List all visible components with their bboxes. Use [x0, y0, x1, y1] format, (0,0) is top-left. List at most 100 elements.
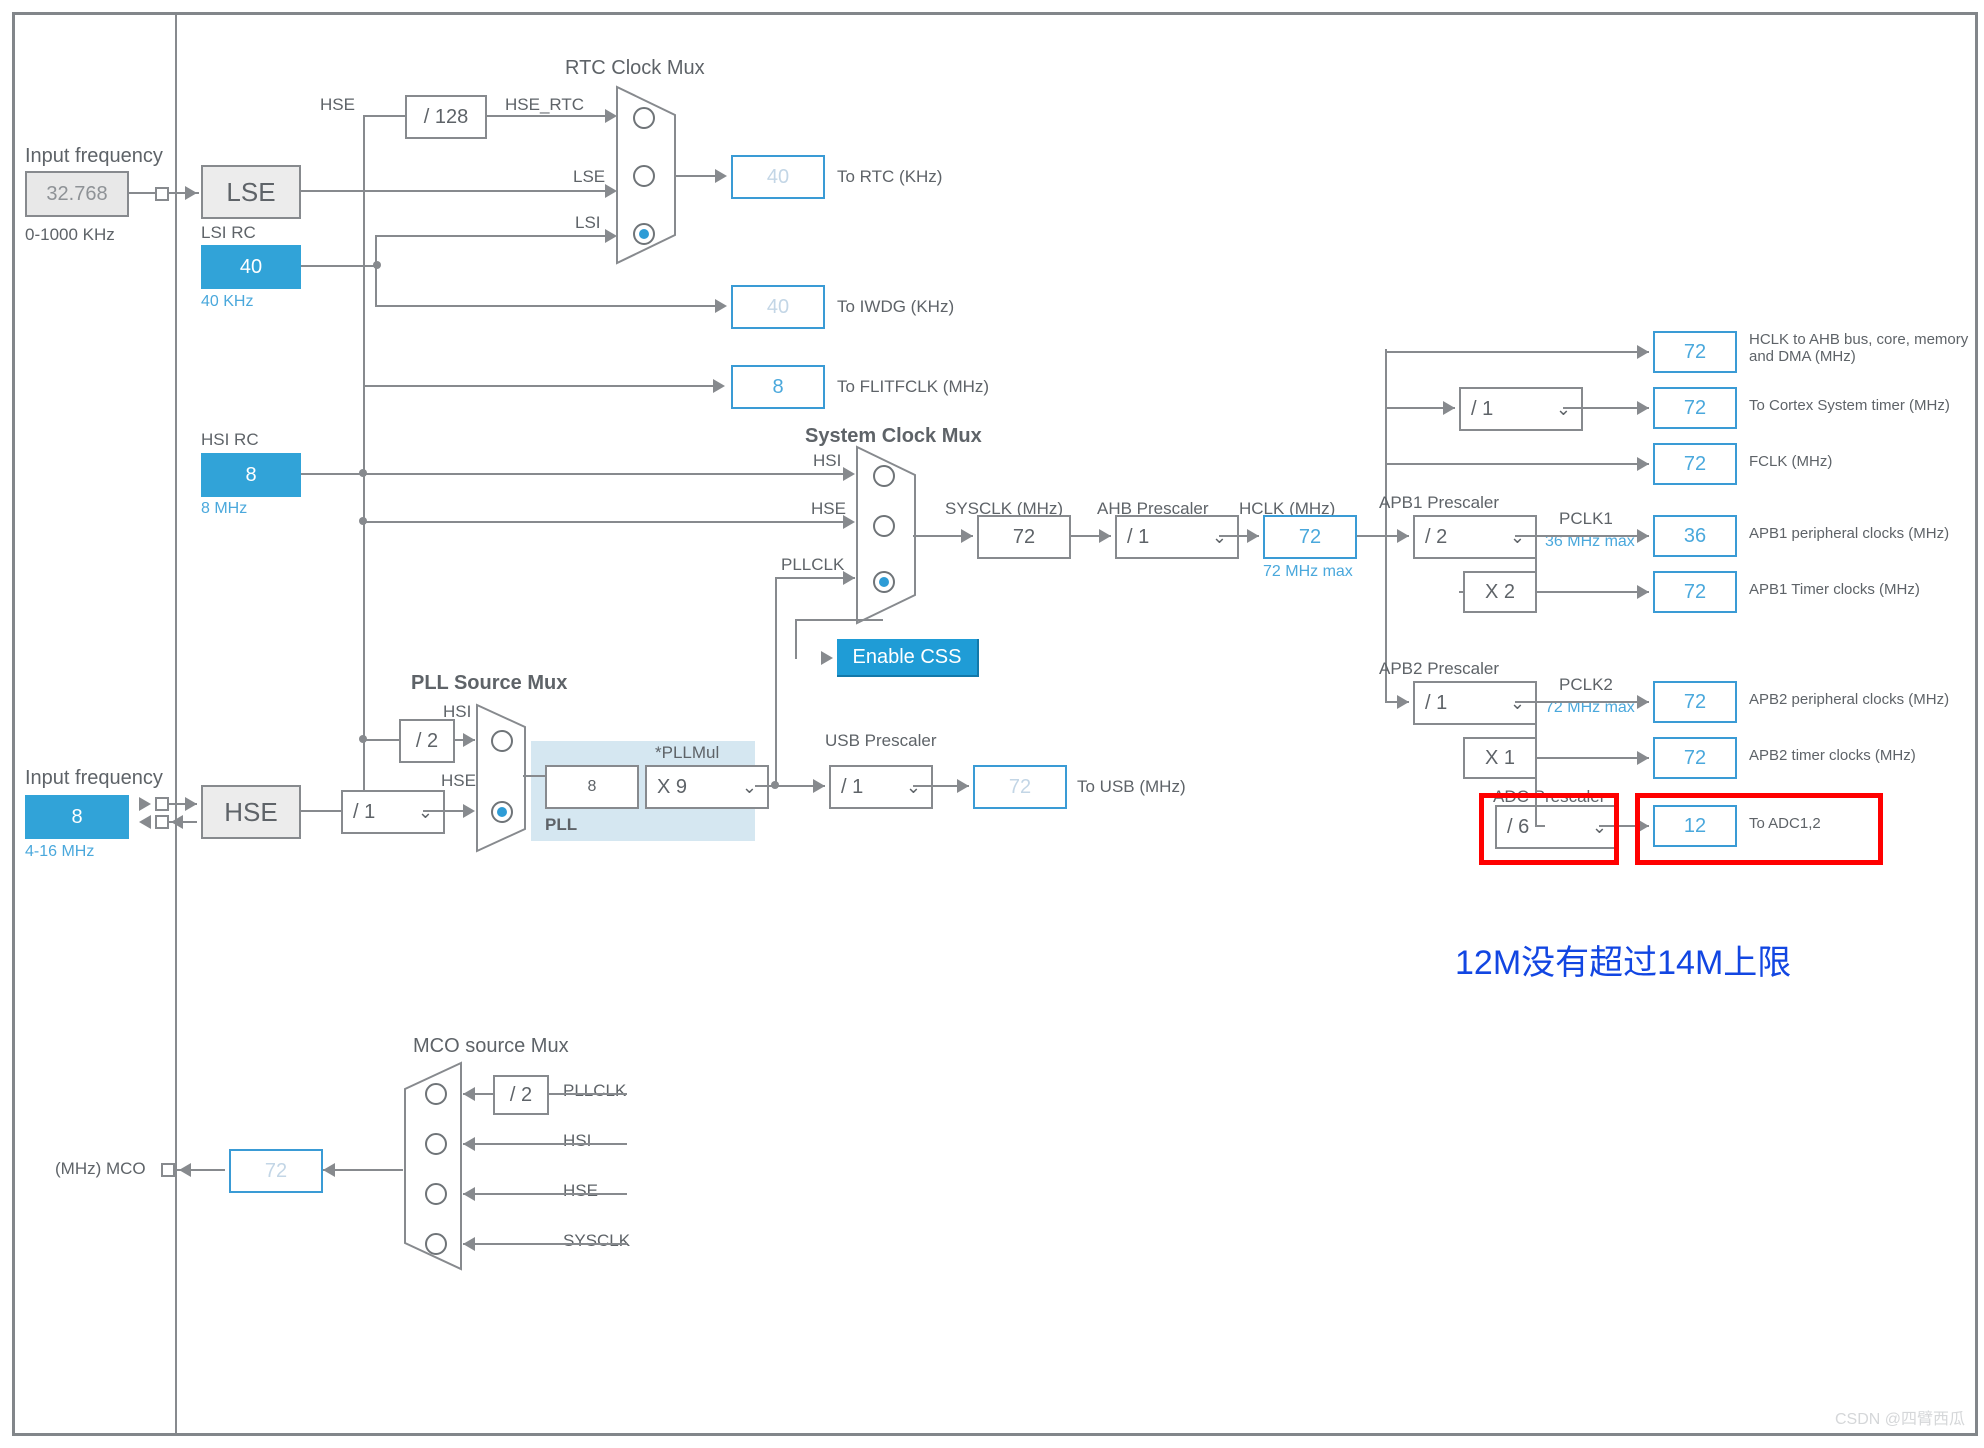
- lsi-unit: 40 KHz: [201, 293, 253, 311]
- chevron-down-icon: ⌄: [906, 777, 921, 798]
- mco-radio-pll[interactable]: [425, 1083, 447, 1105]
- apb1-periph-value: 36: [1653, 515, 1737, 557]
- hsi-value: 8: [201, 453, 301, 497]
- pll-radio-hsi[interactable]: [491, 730, 513, 752]
- mco-value: 72: [229, 1149, 323, 1193]
- sys-radio-pll[interactable]: [873, 571, 895, 593]
- ahb-prescaler[interactable]: / 1⌄: [1115, 515, 1239, 559]
- cortex-div[interactable]: / 1⌄: [1459, 387, 1583, 431]
- pll-div2: / 2: [399, 719, 455, 763]
- input-freq-1-value[interactable]: 32.768: [25, 171, 129, 217]
- to-flit-value: 8: [731, 365, 825, 409]
- highlight-adc-output: [1635, 793, 1883, 865]
- pll-in-hse: HSE: [441, 771, 476, 791]
- apb1-pre-label: APB1 Prescaler: [1379, 493, 1499, 513]
- chevron-down-icon: ⌄: [742, 777, 757, 798]
- input-freq-2-label: Input frequency: [25, 767, 163, 790]
- pll-val[interactable]: 8: [545, 765, 639, 809]
- input-freq-2-value[interactable]: 8: [25, 795, 129, 839]
- mco-radio-hse[interactable]: [425, 1183, 447, 1205]
- rtc-in-lsi: LSI: [575, 213, 601, 233]
- rtc-radio-lsi[interactable]: [633, 223, 655, 245]
- rtc-in-lse: LSE: [573, 167, 605, 187]
- mco-output-label: (MHz) MCO: [55, 1159, 146, 1179]
- chevron-down-icon: ⌄: [1556, 399, 1571, 420]
- apb2-prescaler[interactable]: / 1⌄: [1413, 681, 1537, 725]
- hsi-unit: 8 MHz: [201, 500, 247, 518]
- to-usb-label: To USB (MHz): [1077, 777, 1186, 797]
- hse-box: HSE: [201, 785, 301, 839]
- hclk-ahb-label: HCLK to AHB bus, core, memory and DMA (M…: [1749, 331, 1978, 365]
- apb1-periph-label: APB1 peripheral clocks (MHz): [1749, 525, 1949, 542]
- apb1-prescaler[interactable]: / 2⌄: [1413, 515, 1537, 559]
- chevron-down-icon: ⌄: [1510, 693, 1525, 714]
- hclk-ahb-value: 72: [1653, 331, 1737, 373]
- connector-3: [155, 815, 169, 829]
- mco-in-pll: PLLCLK: [563, 1081, 626, 1101]
- sys-radio-hse[interactable]: [873, 515, 895, 537]
- hse-div[interactable]: / 1⌄: [341, 790, 445, 834]
- sys-in-hse: HSE: [811, 499, 846, 519]
- apb1-timer-mul: X 2: [1463, 571, 1537, 613]
- enable-css-button[interactable]: Enable CSS: [837, 639, 979, 677]
- clock-diagram: Input frequency 32.768 0-1000 KHz LSE LS…: [12, 12, 1978, 1436]
- sys-in-pll: PLLCLK: [781, 555, 844, 575]
- sysclk-value[interactable]: 72: [977, 515, 1071, 559]
- to-rtc-label: To RTC (KHz): [837, 167, 942, 187]
- pll-radio-hse[interactable]: [491, 801, 513, 823]
- apb2-pre-label: APB2 Prescaler: [1379, 659, 1499, 679]
- watermark: CSDN @四臂西瓜: [1835, 1405, 1965, 1429]
- pllmul-label: *PLLMul: [655, 743, 719, 763]
- sys-radio-hsi[interactable]: [873, 465, 895, 487]
- pll-mul[interactable]: X 9⌄: [645, 765, 769, 809]
- pclk1-label: PCLK1: [1559, 509, 1613, 529]
- to-flit-label: To FLITFCLK (MHz): [837, 377, 989, 397]
- chevron-down-icon: ⌄: [1212, 527, 1227, 548]
- mco-in-hse: HSE: [563, 1181, 598, 1201]
- input-freq-1-range: 0-1000 KHz: [25, 225, 115, 245]
- to-iwdg-label: To IWDG (KHz): [837, 297, 954, 317]
- pll-mux[interactable]: [475, 703, 530, 853]
- input-freq-1-label: Input frequency: [25, 145, 163, 168]
- pll-label: PLL: [545, 815, 577, 835]
- mco-in-hsi: HSI: [563, 1131, 591, 1151]
- hse-rtc-label: HSE_RTC: [505, 95, 584, 115]
- annotation: 12M没有超过14M上限: [1455, 935, 1791, 984]
- rtc-radio-lse[interactable]: [633, 165, 655, 187]
- mco-title: MCO source Mux: [413, 1035, 569, 1058]
- pclk2-label: PCLK2: [1559, 675, 1613, 695]
- fclk-label: FCLK (MHz): [1749, 453, 1832, 470]
- mco-connector: [161, 1163, 175, 1177]
- mco-radio-hsi[interactable]: [425, 1133, 447, 1155]
- to-iwdg-value: 40: [731, 285, 825, 329]
- apb2-timer-mul: X 1: [1463, 737, 1537, 779]
- pll-src-title: PLL Source Mux: [411, 672, 567, 695]
- hclk-max: 72 MHz max: [1263, 563, 1353, 581]
- cortex-value: 72: [1653, 387, 1737, 429]
- lsi-value: 40: [201, 245, 301, 289]
- apb2-periph-label: APB2 peripheral clocks (MHz): [1749, 691, 1949, 708]
- hse-div128: / 128: [405, 95, 487, 139]
- to-rtc-value: 40: [731, 155, 825, 199]
- hclk-value[interactable]: 72: [1263, 515, 1357, 559]
- mco-radio-sys[interactable]: [425, 1233, 447, 1255]
- cortex-label: To Cortex System timer (MHz): [1749, 397, 1950, 414]
- usb-prescaler[interactable]: / 1⌄: [829, 765, 933, 809]
- connector-2: [155, 797, 169, 811]
- mco-in-sys: SYSCLK: [563, 1231, 630, 1251]
- apb2-periph-value: 72: [1653, 681, 1737, 723]
- lse-box: LSE: [201, 165, 301, 219]
- hsi-rc-label: HSI RC: [201, 430, 259, 450]
- connector: [155, 187, 169, 201]
- rtc-radio-hse[interactable]: [633, 107, 655, 129]
- apb1-timer-label: APB1 Timer clocks (MHz): [1749, 581, 1920, 598]
- fclk-value: 72: [1653, 443, 1737, 485]
- apb2-timer-value: 72: [1653, 737, 1737, 779]
- apb2-timer-label: APB2 timer clocks (MHz): [1749, 747, 1916, 764]
- rtc-in-hse: HSE: [320, 95, 355, 115]
- usb-pre-label: USB Prescaler: [825, 731, 936, 751]
- highlight-adc-prescaler: [1479, 793, 1619, 865]
- to-usb-value: 72: [973, 765, 1067, 809]
- mco-div2: / 2: [493, 1075, 549, 1115]
- apb1-timer-value: 72: [1653, 571, 1737, 613]
